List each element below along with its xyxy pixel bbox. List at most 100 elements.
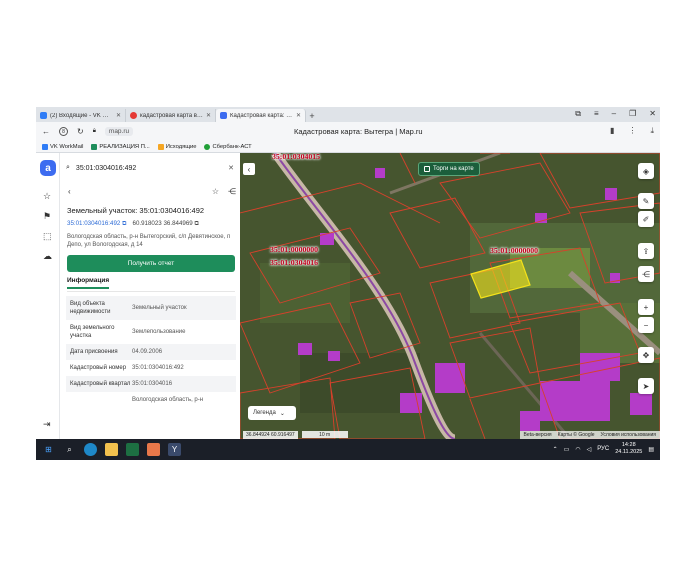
torgi-toggle[interactable]: Торги на карте bbox=[418, 162, 480, 176]
bookmark-icon[interactable]: ▮ bbox=[610, 126, 614, 136]
tab-strip: (2) Входящие - VK WorkMail ✕ кадастровая… bbox=[36, 107, 660, 122]
mail-icon bbox=[157, 143, 164, 150]
property-key: Вид объекта недвижимости bbox=[70, 301, 111, 315]
logout-icon[interactable]: ⇥ bbox=[43, 419, 51, 430]
property-key: Кадастровый номер bbox=[70, 365, 127, 371]
windows-start-icon[interactable]: ⊞ bbox=[42, 443, 55, 456]
copy-icon[interactable]: ⧉ bbox=[194, 220, 198, 227]
browser-window: (2) Входящие - VK WorkMail ✕ кадастровая… bbox=[36, 107, 660, 460]
share-icon[interactable]: ⋲ bbox=[228, 187, 236, 196]
clock[interactable]: 14:28 24.11.2025 bbox=[615, 442, 642, 456]
back-icon[interactable]: ← bbox=[42, 127, 50, 136]
bookmark-outgoing[interactable]: Исходящие bbox=[157, 143, 196, 150]
maximize-icon[interactable]: ❐ bbox=[629, 109, 636, 119]
cloud-icon[interactable]: ☁ bbox=[43, 251, 52, 262]
star-icon[interactable]: ☆ bbox=[212, 187, 219, 196]
bookmark-label: РЕАЛИЗАЦИЯ П... bbox=[99, 143, 150, 150]
cadastral-label: 35:01:0304015 bbox=[272, 153, 321, 161]
zoom-in-button[interactable]: + bbox=[638, 299, 654, 315]
move-button[interactable]: ✥ bbox=[638, 347, 654, 363]
chevron-up-icon[interactable]: ⌃ bbox=[553, 446, 558, 453]
edit-button[interactable]: ✐ bbox=[638, 211, 654, 227]
object-title: Земельный участок: 35:01:0304016:492 bbox=[67, 206, 205, 215]
copy-icon[interactable]: ⧉ bbox=[122, 220, 126, 227]
checkbox-icon bbox=[424, 166, 430, 172]
minimize-icon[interactable]: – bbox=[612, 109, 616, 119]
edge-browser-icon[interactable] bbox=[84, 443, 97, 456]
volume-icon[interactable]: ◁ bbox=[587, 446, 592, 453]
cadastral-number-link[interactable]: 35:01:0304016:492 ⧉ bbox=[67, 220, 127, 228]
share-button[interactable]: ⋲ bbox=[638, 266, 654, 282]
tabs-overview-icon[interactable]: ⧉ bbox=[575, 109, 581, 119]
tab-vk-workmail[interactable]: (2) Входящие - VK WorkMail ✕ bbox=[36, 109, 126, 122]
app-icon[interactable] bbox=[147, 443, 160, 456]
tab-cadastral-map[interactable]: Кадастровая карта: Вытегра ✕ bbox=[216, 109, 306, 122]
wifi-icon[interactable]: ◠ bbox=[575, 446, 580, 453]
terms-link[interactable]: Условия использования bbox=[601, 432, 657, 438]
property-row: Дата присвоения 04.09.2006 bbox=[66, 344, 236, 360]
tab-search[interactable]: кадастровая карта вытегра ✕ bbox=[126, 109, 216, 122]
zoom-out-button[interactable]: − bbox=[638, 317, 654, 333]
pencil-icon: ✎ bbox=[642, 196, 650, 206]
network-icon[interactable]: ▭ bbox=[564, 446, 570, 453]
cadastral-number: 35:01:0304016:492 bbox=[67, 220, 121, 227]
search-value: 35:01:0304016:492 bbox=[75, 164, 137, 172]
star-icon[interactable]: ☆ bbox=[43, 191, 51, 202]
search-icon: ⌕ bbox=[66, 164, 70, 171]
close-icon[interactable]: ✕ bbox=[296, 112, 301, 119]
close-window-icon[interactable]: ✕ bbox=[649, 109, 656, 119]
menu-icon[interactable]: ≡ bbox=[594, 109, 599, 119]
reload-icon[interactable]: ↻ bbox=[77, 127, 84, 136]
upload-button[interactable]: ⇪ bbox=[638, 243, 654, 259]
draw-button[interactable]: ✎ bbox=[638, 193, 654, 209]
zoom-out-icon: − bbox=[643, 320, 649, 330]
excel-icon[interactable] bbox=[126, 443, 139, 456]
close-icon[interactable]: ✕ bbox=[116, 112, 121, 119]
edit-icon: ✐ bbox=[642, 214, 650, 224]
tab-title: (2) Входящие - VK WorkMail bbox=[50, 112, 113, 119]
satellite-map[interactable] bbox=[240, 153, 660, 439]
property-value: 04.09.2006 bbox=[132, 349, 163, 355]
locate-button[interactable]: ➤ bbox=[638, 378, 654, 394]
folder-icon bbox=[91, 143, 98, 150]
window-controls: ⧉ ≡ – ❐ ✕ bbox=[575, 109, 656, 119]
layers-button[interactable]: ◈ bbox=[638, 163, 654, 179]
map-view[interactable]: ‹ Торги на карте 35:01:0304015 35:01:000… bbox=[240, 153, 660, 439]
tab-information[interactable]: Информация bbox=[67, 277, 110, 289]
url-field[interactable]: map.ru bbox=[104, 127, 134, 136]
object-address: Вологодская область, р-н Вытегорский, с/… bbox=[67, 234, 231, 249]
search-icon[interactable]: ⌕ bbox=[63, 443, 76, 456]
torgi-label: Торги на карте bbox=[433, 166, 474, 172]
locate-icon: ➤ bbox=[642, 381, 650, 391]
bookmark-sberbank-ast[interactable]: Сбербанк-АСТ bbox=[204, 143, 252, 150]
layers-icon: ◈ bbox=[642, 166, 650, 176]
search-input[interactable]: ⌕ 35:01:0304016:492 ✕ bbox=[66, 159, 236, 177]
notifications-icon[interactable]: ▤ bbox=[648, 446, 654, 453]
download-icon[interactable]: ⤓ bbox=[650, 126, 654, 136]
collapse-panel-button[interactable]: ‹ bbox=[243, 163, 255, 175]
close-icon[interactable]: ✕ bbox=[206, 112, 211, 119]
language-indicator[interactable]: РУС bbox=[597, 446, 609, 452]
cursor-coordinates: 36.844924 60.916497 bbox=[243, 430, 298, 439]
new-tab-button[interactable]: + bbox=[306, 109, 318, 122]
system-tray: ⌃ ▭ ◠ ◁ РУС 14:28 24.11.2025 ▤ bbox=[553, 442, 654, 456]
get-report-button[interactable]: Получить отчет bbox=[67, 255, 235, 272]
property-row: Кадастровый номер 35:01:0304016:492 bbox=[66, 360, 236, 376]
property-value: Землепользование bbox=[132, 329, 186, 335]
back-icon[interactable]: ‹ bbox=[68, 187, 71, 196]
clear-icon[interactable]: ✕ bbox=[228, 164, 234, 172]
property-row: Вид объекта недвижимости Земельный участо… bbox=[66, 296, 236, 320]
property-key: Кадастровый квартал bbox=[70, 381, 131, 387]
coordinates-link[interactable]: 60.918023 36.844969 ⧉ bbox=[133, 220, 199, 228]
legend-button[interactable]: Легенда ⌄ bbox=[248, 406, 296, 420]
bookmark-vk-workmail[interactable]: VK WorkMail bbox=[42, 143, 83, 150]
yandex-browser-icon[interactable]: Y bbox=[168, 443, 181, 456]
file-explorer-icon[interactable] bbox=[105, 443, 118, 456]
mapru-logo[interactable]: a bbox=[40, 160, 56, 176]
bookmark-realizatsiya[interactable]: РЕАЛИЗАЦИЯ П... bbox=[91, 143, 150, 150]
clock-time: 14:28 bbox=[621, 442, 636, 448]
select-area-icon[interactable]: ⬚ bbox=[43, 231, 52, 242]
flag-icon[interactable]: ⚑ bbox=[43, 211, 51, 222]
yandex-id-icon[interactable]: 8 bbox=[59, 127, 68, 136]
more-icon[interactable]: ⋮ bbox=[628, 126, 636, 136]
